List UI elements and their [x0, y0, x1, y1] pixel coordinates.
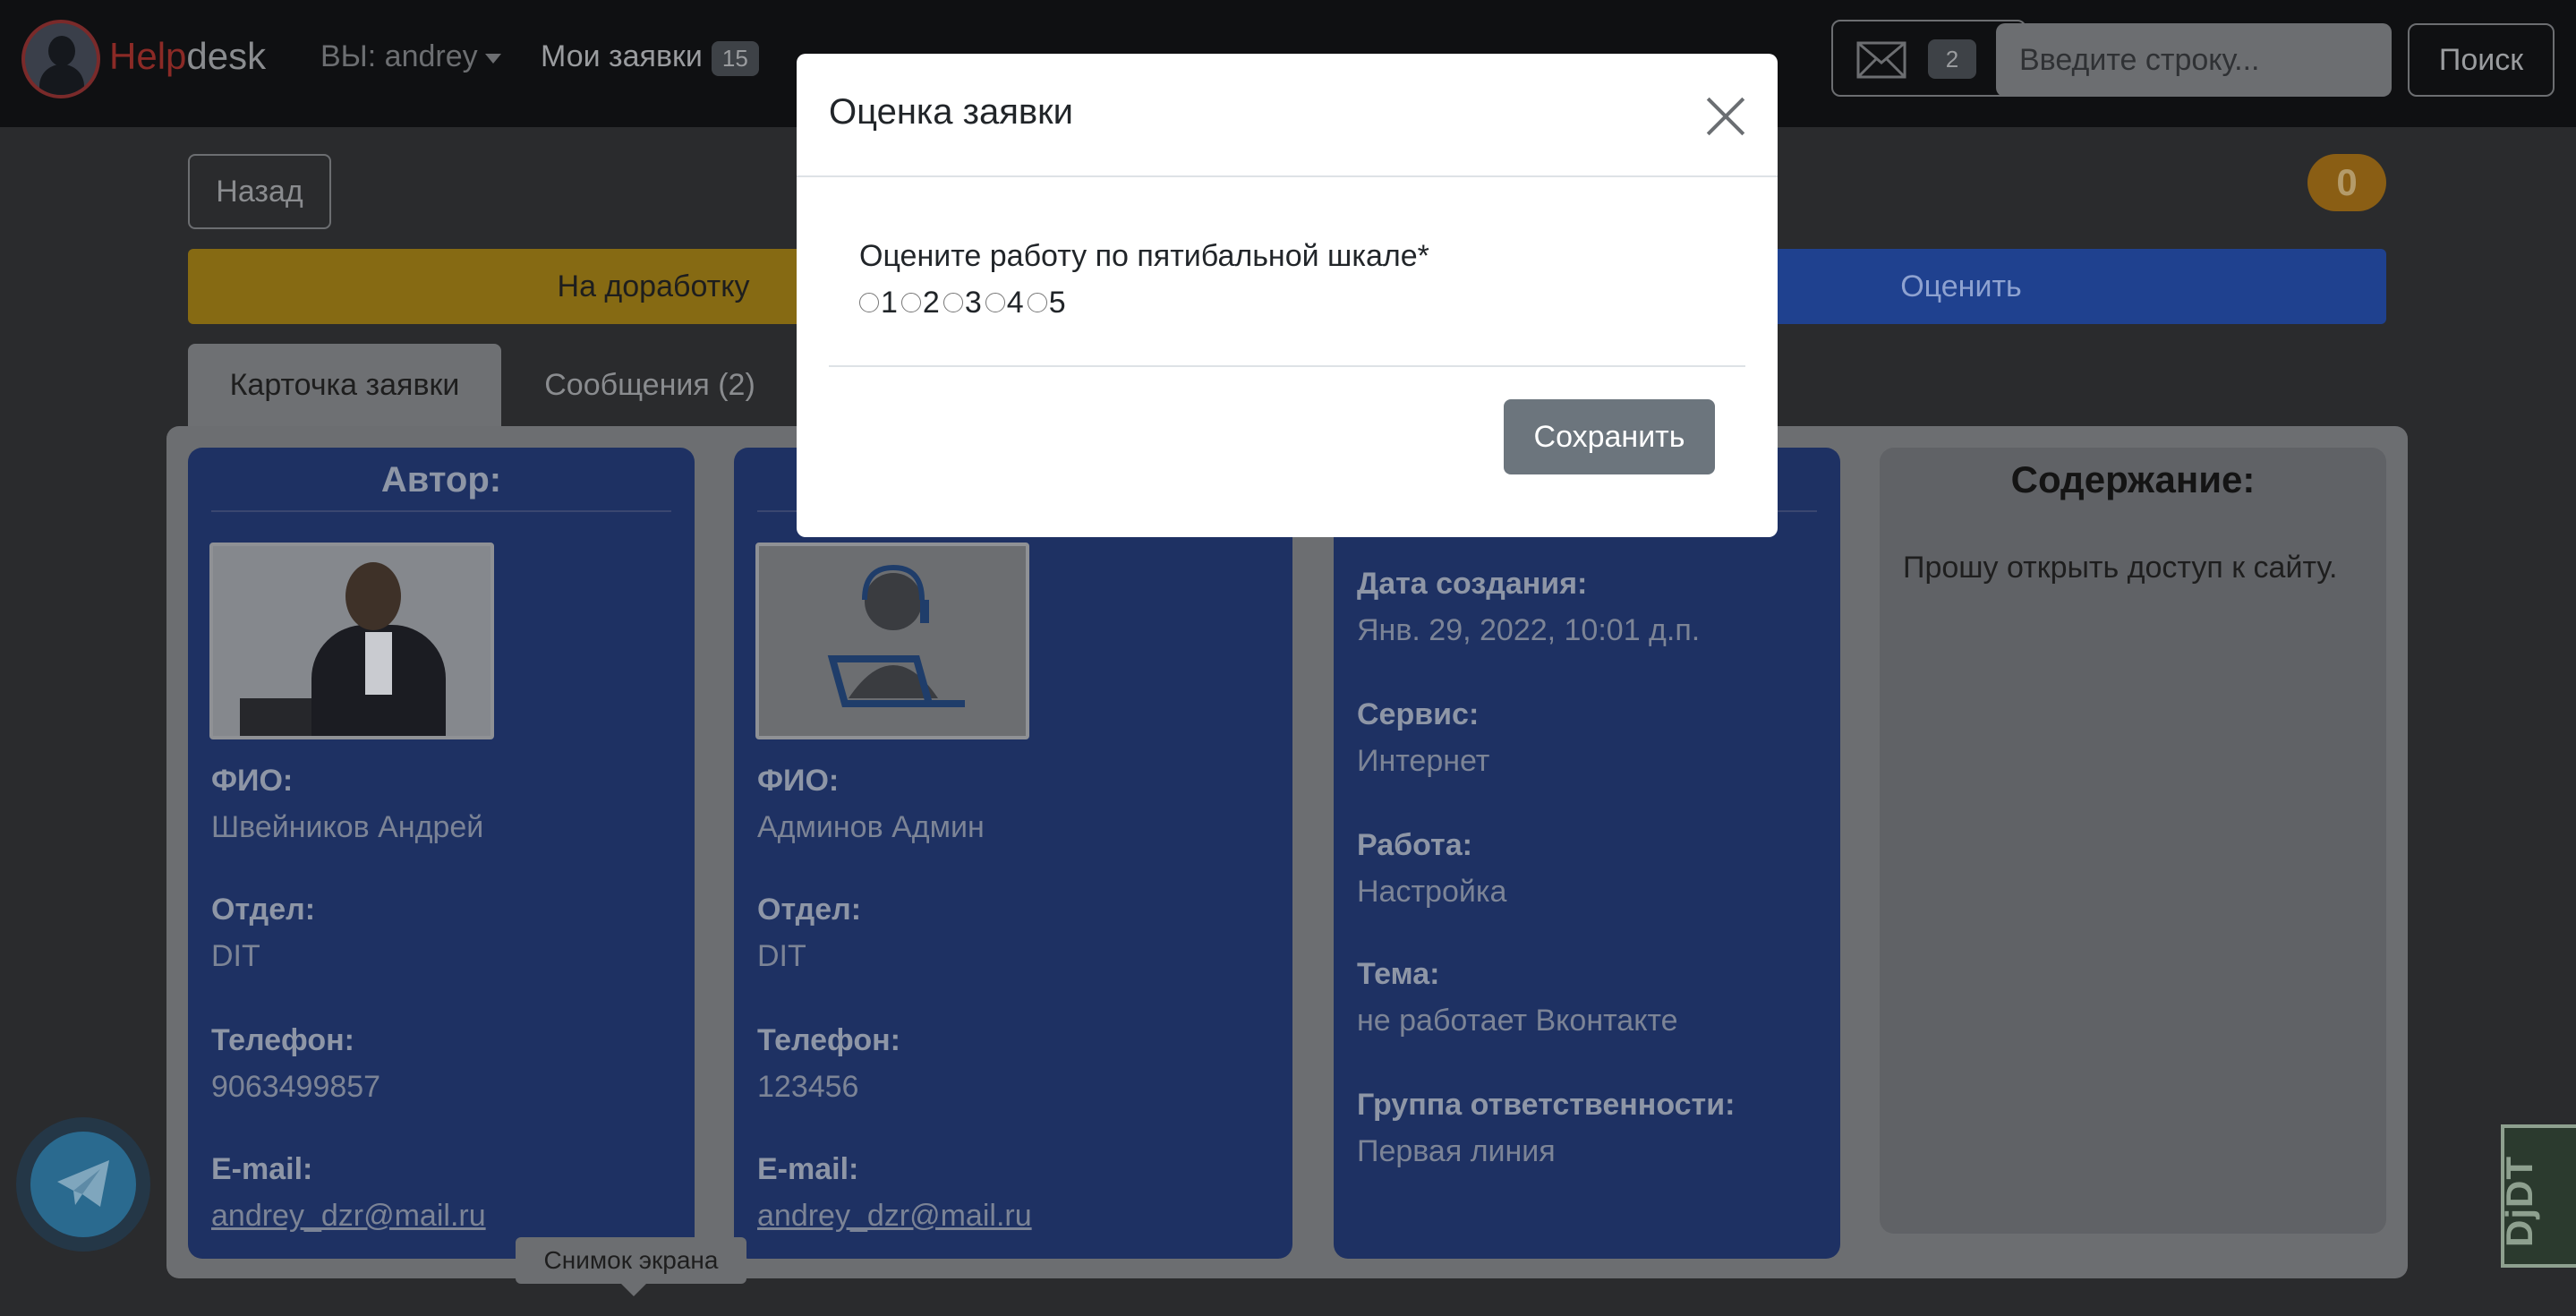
executor-avatar [755, 543, 1029, 739]
created-label: Дата создания: [1357, 567, 1588, 601]
screenshot-tooltip: Снимок экрана [516, 1237, 746, 1296]
operator-icon [827, 564, 965, 707]
executor-email-label: E-mail: [757, 1152, 859, 1186]
modal-title: Оценка заявки [829, 92, 1073, 132]
rating-options: 1 2 3 4 5 [859, 285, 1070, 320]
executor-phone: Телефон: 123456 [757, 1022, 900, 1105]
brand-help: Help [109, 35, 187, 77]
author-dept-label: Отдел: [211, 893, 316, 927]
tab-request-card[interactable]: Карточка заявки [188, 344, 501, 426]
django-debug-toolbar-handle[interactable]: DjDT [2498, 1124, 2576, 1268]
executor-card: ФИО: Админов Админ Отдел: DIT Телефон: 1… [734, 448, 1292, 1259]
work-label: Работа: [1357, 828, 1472, 862]
rating-radio[interactable] [859, 293, 879, 312]
rating-radio[interactable] [900, 293, 921, 312]
author-phone-value: 9063499857 [211, 1070, 381, 1104]
brand-desk: desk [186, 35, 267, 77]
author-dept: Отдел: DIT [211, 892, 315, 974]
counter-badge: 0 [2307, 154, 2386, 211]
topic-label: Тема: [1357, 957, 1440, 991]
rating-modal: Оценка заявки Оцените работу по пятибаль… [797, 54, 1778, 537]
envelope-icon [1856, 41, 1906, 79]
author-card: Автор: ФИО: Швейников Андрей Отдел: DIT … [188, 448, 695, 1259]
logo-icon[interactable] [21, 20, 100, 98]
service-label: Сервис: [1357, 697, 1480, 731]
rating-radio[interactable] [943, 293, 963, 312]
rating-option-label: 1 [881, 286, 898, 320]
rating-radio[interactable] [1027, 293, 1047, 312]
divider [211, 510, 671, 512]
search-input[interactable] [1996, 23, 2392, 97]
rating-option-label: 2 [922, 286, 940, 320]
content-title: Содержание: [2010, 458, 2256, 500]
author-fio-value: Швейников Андрей [211, 810, 484, 844]
back-button[interactable]: Назад [188, 154, 331, 229]
author-fio-label: ФИО: [211, 764, 294, 798]
rating-option-label: 3 [964, 286, 982, 320]
executor-phone-label: Телефон: [757, 1023, 900, 1057]
group-label: Группа ответственности: [1357, 1088, 1736, 1122]
my-requests-badge: 15 [711, 40, 759, 76]
author-fio: ФИО: Швейников Андрей [211, 763, 483, 845]
executor-dept: Отдел: DIT [757, 892, 861, 974]
user-dropdown[interactable]: ВЫ: andrey [320, 39, 501, 74]
author-title: Автор: [380, 460, 502, 500]
rating-option-label: 5 [1048, 286, 1066, 320]
group-value: Первая линия [1357, 1134, 1556, 1168]
executor-email: E-mail: andrey_dzr@mail.ru [757, 1151, 1032, 1234]
author-email-label: E-mail: [211, 1152, 313, 1186]
created-field: Дата создания: Янв. 29, 2022, 10:01 д.п. [1357, 566, 1700, 648]
modal-header-divider [797, 175, 1778, 177]
content-text: Прошу открыть доступ к сайту. [1903, 551, 2338, 585]
telegram-button[interactable] [30, 1132, 136, 1237]
executor-fio-label: ФИО: [757, 764, 840, 798]
rating-option-1[interactable]: 1 [859, 285, 898, 320]
user-label: ВЫ: andrey [320, 39, 478, 73]
service-field: Сервис: Интернет [1357, 696, 1489, 779]
service-value: Интернет [1357, 744, 1490, 778]
messages-count-badge: 2 [1928, 39, 1976, 79]
telegram-icon [57, 1160, 109, 1207]
created-value: Янв. 29, 2022, 10:01 д.п. [1357, 613, 1701, 647]
executor-fio: ФИО: Админов Админ [757, 763, 985, 845]
author-phone: Телефон: 9063499857 [211, 1022, 380, 1105]
rating-option-label: 4 [1006, 286, 1024, 320]
djdt-label: DjDT [2498, 1156, 2540, 1247]
content-card: Содержание: Прошу открыть доступ к сайту… [1880, 448, 2386, 1234]
search-button[interactable]: Поиск [2408, 23, 2555, 97]
executor-dept-label: Отдел: [757, 893, 862, 927]
work-value: Настройка [1357, 875, 1507, 909]
executor-dept-value: DIT [757, 939, 806, 973]
telegram-widget [16, 1117, 150, 1252]
topic-value: не работает Вконтакте [1357, 1004, 1678, 1038]
work-field: Работа: Настройка [1357, 827, 1506, 910]
rating-option-2[interactable]: 2 [900, 285, 940, 320]
my-requests-link[interactable]: Мои заявки 15 [541, 39, 759, 76]
brand-link[interactable]: Helpdesk [109, 34, 266, 79]
my-requests-label: Мои заявки [541, 39, 703, 73]
rating-option-4[interactable]: 4 [985, 285, 1024, 320]
modal-footer-divider [829, 365, 1745, 367]
author-email-link[interactable]: andrey_dzr@mail.ru [211, 1198, 486, 1234]
details-card: Дата создания: Янв. 29, 2022, 10:01 д.п.… [1334, 448, 1840, 1259]
save-button[interactable]: Сохранить [1504, 399, 1715, 474]
author-phone-label: Телефон: [211, 1023, 354, 1057]
tab-messages[interactable]: Сообщения (2) [516, 344, 784, 426]
author-email: E-mail: andrey_dzr@mail.ru [211, 1151, 486, 1234]
rating-radio[interactable] [985, 293, 1005, 312]
topic-field: Тема: не работает Вконтакте [1357, 956, 1678, 1038]
executor-email-link[interactable]: andrey_dzr@mail.ru [757, 1198, 1032, 1234]
executor-fio-value: Админов Админ [757, 810, 985, 844]
rating-question: Оцените работу по пятибальной шкале* [859, 239, 1429, 273]
close-icon[interactable] [1704, 95, 1747, 138]
author-photo [209, 543, 494, 739]
executor-phone-value: 123456 [757, 1070, 859, 1104]
group-field: Группа ответственности: Первая линия [1357, 1087, 1735, 1169]
rating-option-3[interactable]: 3 [943, 285, 982, 320]
chevron-down-icon [484, 53, 501, 64]
rating-option-5[interactable]: 5 [1027, 285, 1066, 320]
author-dept-value: DIT [211, 939, 260, 973]
